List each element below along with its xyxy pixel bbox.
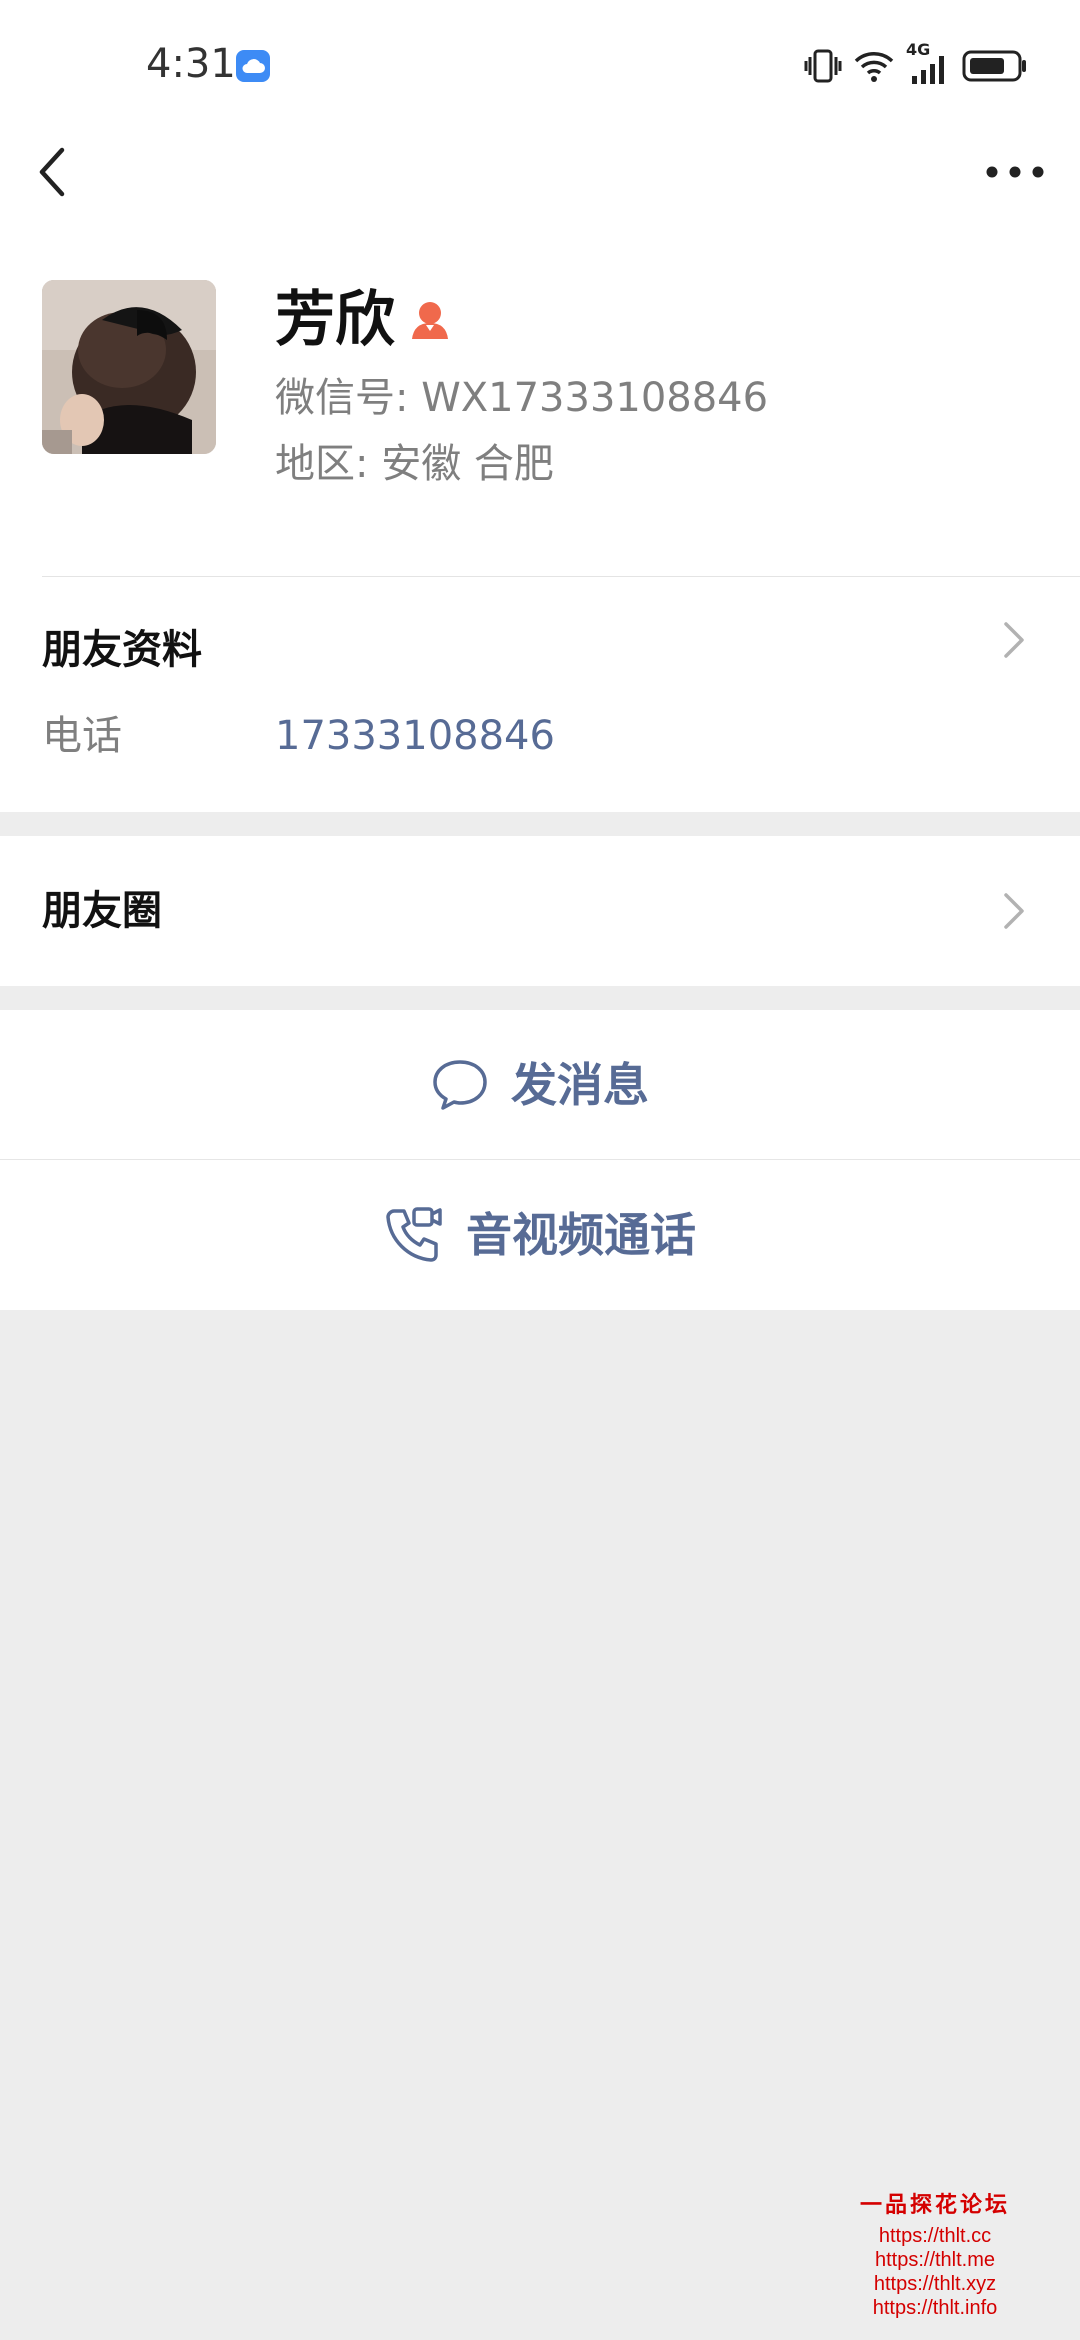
avatar[interactable] — [42, 280, 216, 454]
region: 地区: 安徽 合肥 — [275, 441, 554, 487]
cloud-app-icon — [236, 50, 270, 82]
vibrate-icon — [804, 49, 842, 83]
wechat-id: 微信号: WX17333108846 — [275, 375, 769, 421]
actions-panel: 发消息 音视频通话 — [0, 1010, 1080, 1310]
status-time: 4:31 — [146, 41, 236, 87]
friend-info-title: 朋友资料 — [42, 627, 202, 673]
chevron-left-icon — [39, 147, 65, 197]
watermark: 一品探花论坛 https://thlt.cc https://thlt.me h… — [840, 2190, 1030, 2320]
send-message-label: 发消息 — [511, 1058, 649, 1112]
more-dots-icon — [986, 166, 1044, 178]
watermark-url: https://thlt.info — [872, 2297, 998, 2319]
chevron-right-icon — [1004, 622, 1024, 658]
moments-title: 朋友圈 — [42, 888, 162, 934]
chevron-right-icon — [1004, 893, 1024, 929]
status-bar: 4:31 4G — [0, 0, 1080, 130]
signal-icon: 4G — [906, 40, 950, 86]
video-call-button[interactable]: 音视频通话 — [0, 1160, 1080, 1310]
back-button[interactable] — [30, 140, 90, 204]
contact-name-text: 芳欣 — [275, 285, 395, 355]
wifi-icon — [854, 52, 894, 82]
battery-icon — [962, 50, 1026, 82]
send-message-button[interactable]: 发消息 — [0, 1010, 1080, 1160]
watermark-title: 一品探花论坛 — [859, 2192, 1010, 2218]
phone-video-icon — [386, 1207, 442, 1262]
divider — [42, 576, 1080, 577]
friend-info-row[interactable]: 朋友资料 — [0, 600, 1080, 800]
watermark-url: https://thlt.xyz — [873, 2273, 997, 2295]
avatar-image — [42, 280, 216, 454]
contact-name: 芳欣 — [275, 284, 453, 356]
phone-label: 电话 — [42, 713, 122, 759]
status-icons: 4G — [804, 40, 1028, 86]
video-call-label: 音视频通话 — [466, 1208, 696, 1262]
female-icon — [412, 302, 448, 339]
moments-row[interactable]: 朋友圈 — [0, 836, 1080, 986]
watermark-url: https://thlt.cc — [878, 2225, 992, 2247]
chat-bubble-icon — [433, 1060, 487, 1110]
more-button[interactable] — [980, 150, 1050, 194]
watermark-url: https://thlt.me — [874, 2249, 996, 2271]
phone-number-link[interactable]: 17333108846 — [275, 710, 555, 762]
